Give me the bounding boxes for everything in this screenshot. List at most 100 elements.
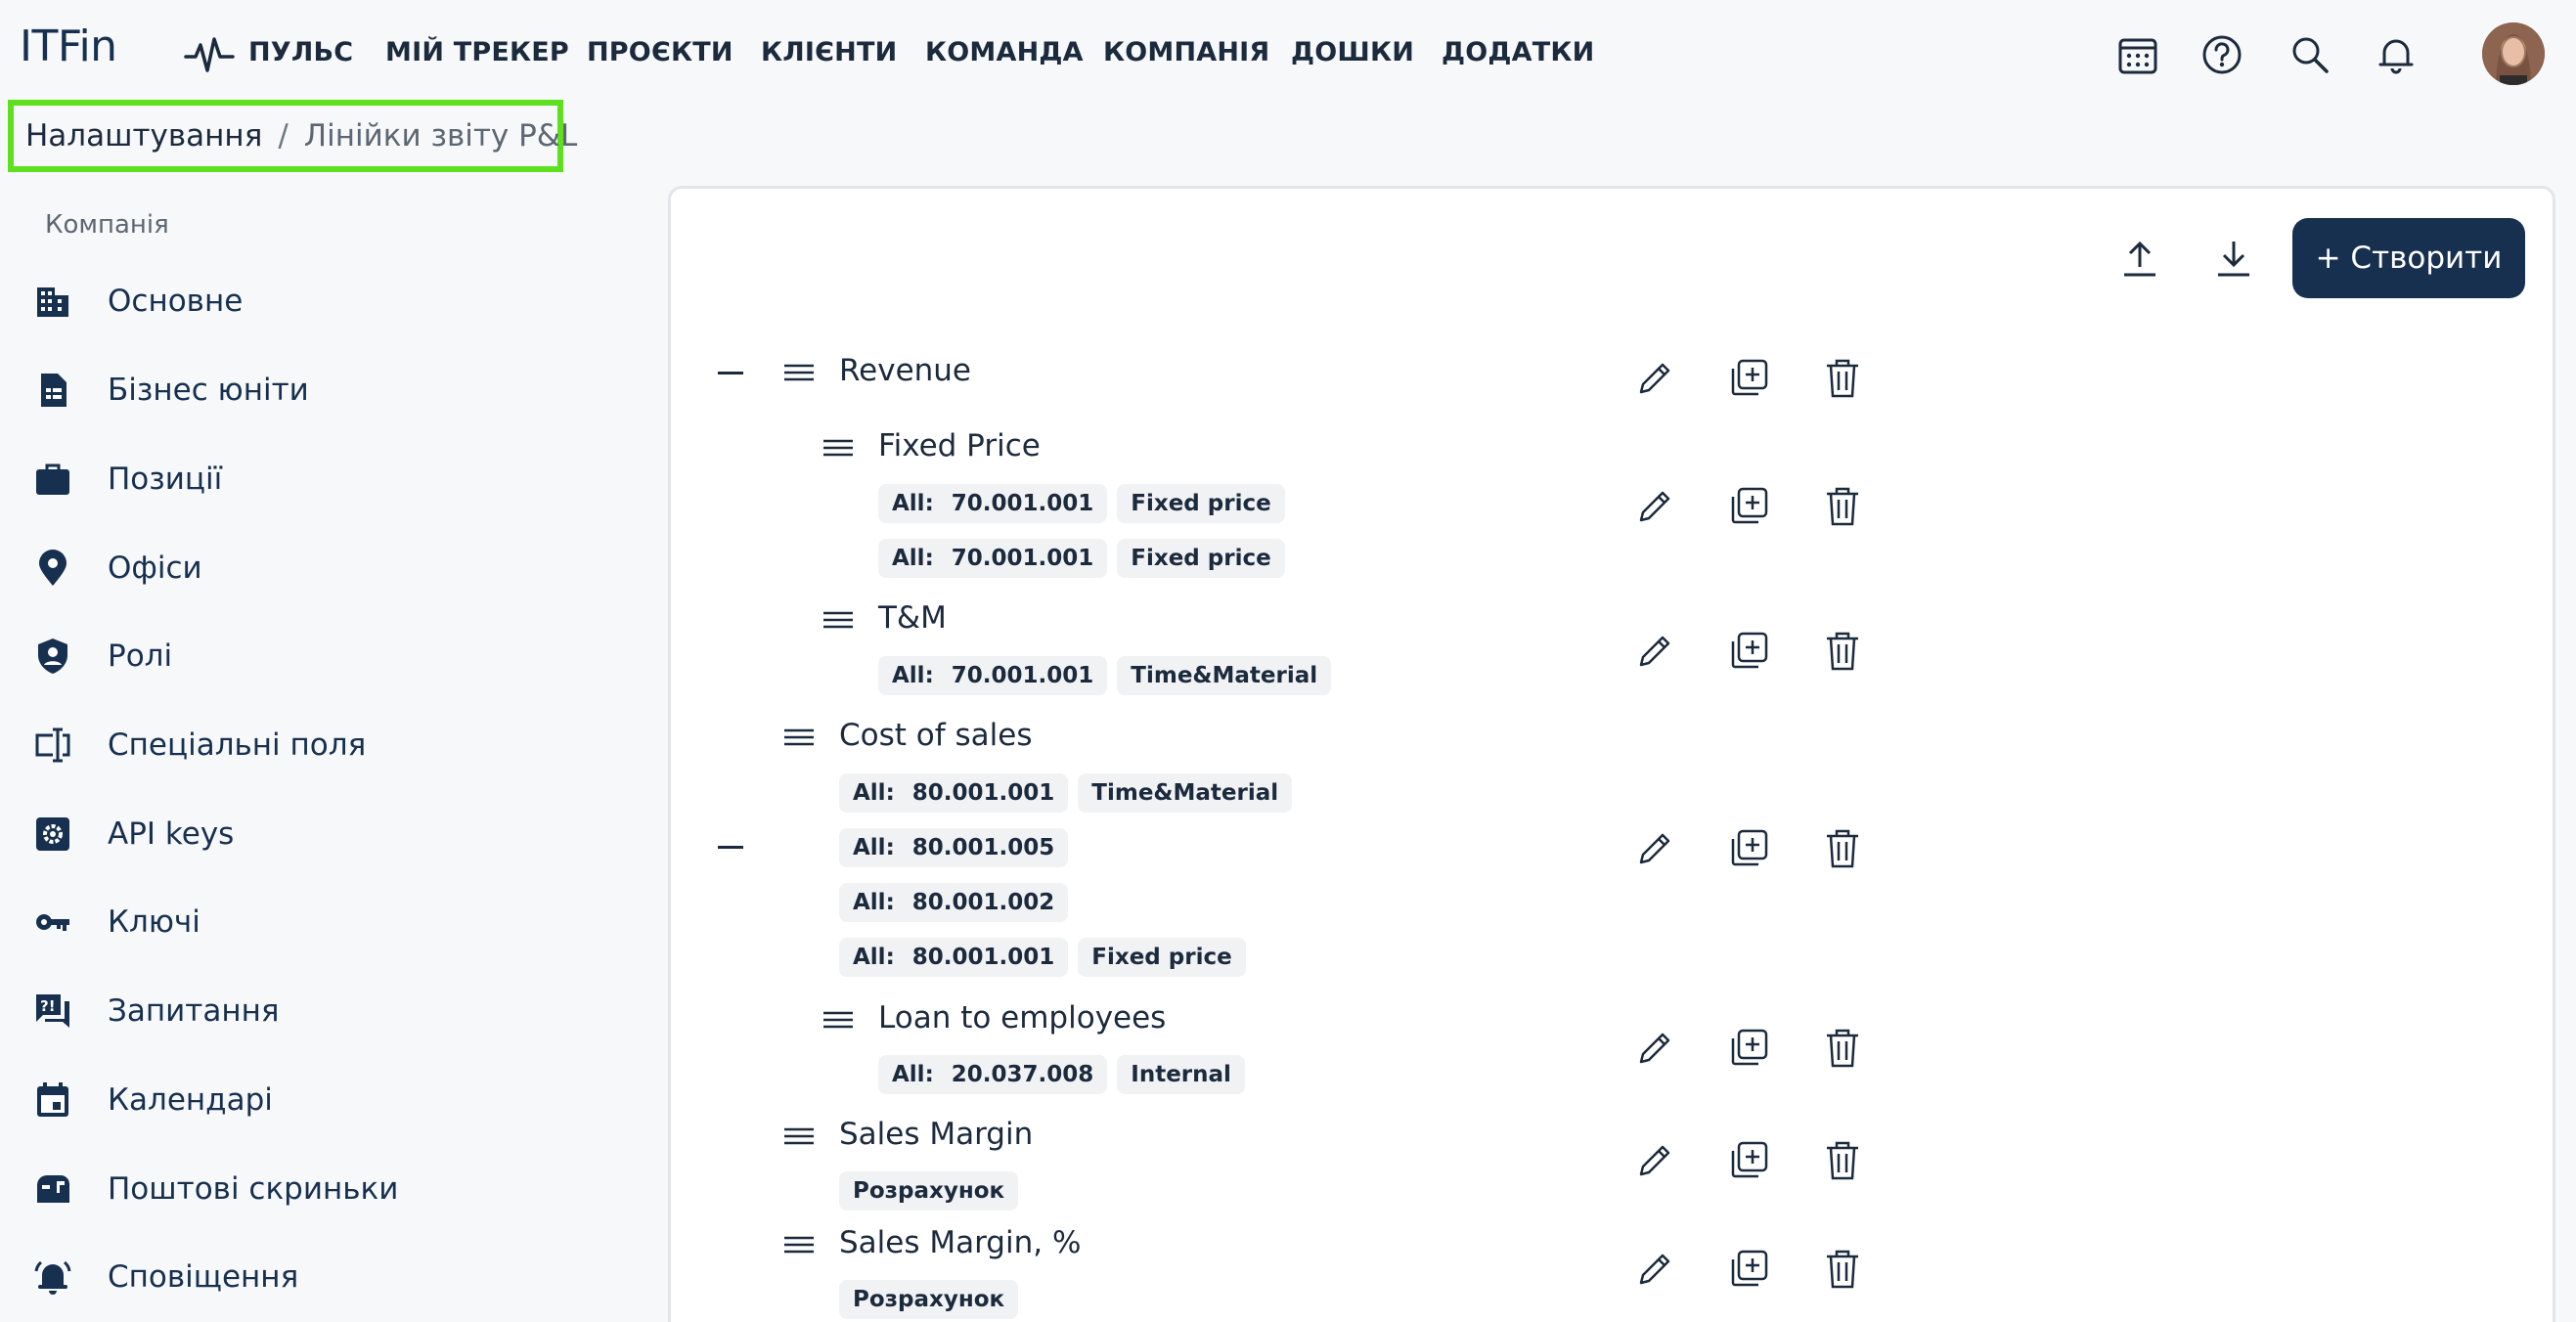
delete-icon[interactable] bbox=[1821, 1139, 1864, 1182]
nav-addons[interactable]: ДОДАТКИ bbox=[1442, 37, 1594, 67]
document-icon bbox=[29, 367, 76, 414]
bell-icon[interactable] bbox=[2375, 33, 2418, 76]
sidebar-item-questions[interactable]: ?! Запитання bbox=[29, 977, 636, 1045]
nav-my-tracker[interactable]: МІЙ ТРЕКЕР bbox=[385, 37, 569, 67]
breadcrumb-separator: / bbox=[278, 118, 289, 154]
add-child-icon[interactable] bbox=[1727, 1248, 1770, 1291]
drag-handle-icon[interactable] bbox=[822, 610, 854, 630]
edit-icon[interactable] bbox=[1633, 827, 1676, 870]
upload-icon[interactable] bbox=[2118, 238, 2161, 281]
user-avatar[interactable] bbox=[2482, 22, 2545, 85]
account-chip: All: 80.001.001 bbox=[839, 773, 1069, 813]
breadcrumb: Налаштування / Лінійки звіту P&L bbox=[8, 100, 577, 172]
edit-icon[interactable] bbox=[1633, 357, 1676, 400]
delete-icon[interactable] bbox=[1821, 1248, 1864, 1291]
sidebar-item-general[interactable]: Основне bbox=[29, 267, 636, 335]
tag-chip: Time&Material bbox=[1078, 773, 1293, 813]
pulse-icon[interactable] bbox=[184, 35, 235, 76]
sidebar-item-roles[interactable]: Ролі bbox=[29, 622, 636, 690]
add-child-icon[interactable] bbox=[1727, 485, 1770, 528]
row-title-fixed-price: Fixed Price bbox=[878, 428, 1041, 463]
edit-icon[interactable] bbox=[1633, 1027, 1676, 1070]
row-title-cost-of-sales: Cost of sales bbox=[839, 718, 1033, 753]
mapping-chip-group: All: 80.001.002 bbox=[839, 883, 1069, 922]
edit-icon[interactable] bbox=[1633, 1139, 1676, 1182]
tag-chip: Internal bbox=[1117, 1055, 1245, 1094]
tag-chip: Fixed price bbox=[1078, 938, 1246, 977]
add-child-icon[interactable] bbox=[1727, 1027, 1770, 1070]
nav-pulse[interactable]: ПУЛЬС bbox=[248, 37, 353, 67]
location-pin-icon bbox=[29, 545, 76, 592]
nav-team[interactable]: КОМАНДА bbox=[925, 37, 1084, 67]
add-child-icon[interactable] bbox=[1727, 630, 1770, 673]
drag-handle-icon[interactable] bbox=[783, 1235, 815, 1255]
sidebar-item-label: API keys bbox=[108, 816, 235, 852]
account-chip: All: 80.001.001 bbox=[839, 938, 1069, 977]
mapping-chip-group: All: 70.001.001 Time&Material bbox=[878, 656, 1332, 695]
sidebar-group-label: Компанія bbox=[45, 210, 169, 240]
sidebar-item-keys[interactable]: Ключі bbox=[29, 888, 636, 956]
sidebar-item-business-units[interactable]: Бізнес юніти bbox=[29, 356, 636, 424]
account-chip: All: 80.001.005 bbox=[839, 828, 1069, 867]
tag-chip: Fixed price bbox=[1117, 539, 1285, 578]
breadcrumb-settings-link[interactable]: Налаштування bbox=[25, 118, 262, 154]
edit-icon[interactable] bbox=[1633, 485, 1676, 528]
drag-handle-icon[interactable] bbox=[822, 438, 854, 458]
edit-icon[interactable] bbox=[1633, 630, 1676, 673]
sidebar-item-calendars[interactable]: Календарі bbox=[29, 1066, 636, 1134]
sidebar-item-label: Ключі bbox=[108, 904, 200, 940]
collapse-toggle[interactable] bbox=[718, 372, 743, 375]
svg-text:?!: ?! bbox=[40, 997, 56, 1015]
calendar-grid-icon[interactable] bbox=[2116, 33, 2159, 76]
row-title-revenue: Revenue bbox=[839, 353, 972, 388]
breadcrumb-current: Лінійки звіту P&L bbox=[303, 118, 578, 154]
drag-handle-icon[interactable] bbox=[783, 727, 815, 747]
download-icon[interactable] bbox=[2212, 238, 2255, 281]
tag-chip: Fixed price bbox=[1117, 484, 1285, 523]
sidebar-item-api-keys[interactable]: API keys bbox=[29, 800, 636, 868]
sidebar-item-notifications[interactable]: Сповіщення bbox=[29, 1243, 636, 1311]
nav-boards[interactable]: ДОШКИ bbox=[1291, 37, 1414, 67]
delete-icon[interactable] bbox=[1821, 1027, 1864, 1070]
drag-handle-icon[interactable] bbox=[783, 363, 815, 382]
nav-clients[interactable]: КЛІЄНТИ bbox=[761, 37, 897, 67]
add-child-icon[interactable] bbox=[1727, 1139, 1770, 1182]
drag-handle-icon[interactable] bbox=[822, 1010, 854, 1030]
delete-icon[interactable] bbox=[1821, 485, 1864, 528]
mapping-chip-group: All: 70.001.001 Fixed price bbox=[878, 484, 1285, 523]
app-logo[interactable]: ITFin bbox=[20, 22, 117, 71]
bell-ring-icon bbox=[29, 1254, 76, 1300]
sidebar-item-label: Бізнес юніти bbox=[108, 373, 309, 408]
row-title-sales-margin-pct: Sales Margin, % bbox=[839, 1225, 1082, 1260]
calculation-chip: Розрахунок bbox=[839, 1171, 1019, 1211]
create-button[interactable]: + Створити bbox=[2292, 218, 2525, 298]
edit-icon[interactable] bbox=[1633, 1248, 1676, 1291]
nav-projects[interactable]: ПРОЄКТИ bbox=[587, 37, 733, 67]
sidebar-item-mailboxes[interactable]: Поштові скриньки bbox=[29, 1155, 636, 1223]
sidebar-item-label: Запитання bbox=[108, 993, 280, 1029]
add-child-icon[interactable] bbox=[1727, 357, 1770, 400]
collapse-toggle[interactable] bbox=[718, 846, 743, 849]
search-icon[interactable] bbox=[2288, 33, 2332, 76]
sidebar-item-offices[interactable]: Офіси bbox=[29, 534, 636, 602]
mapping-chip-group: Розрахунок bbox=[839, 1280, 1019, 1319]
top-navigation: ITFin ПУЛЬС МІЙ ТРЕКЕР ПРОЄКТИ КЛІЄНТИ К… bbox=[0, 0, 2576, 110]
account-chip: All: 70.001.001 bbox=[878, 656, 1108, 695]
delete-icon[interactable] bbox=[1821, 357, 1864, 400]
shield-user-icon bbox=[29, 633, 76, 680]
delete-icon[interactable] bbox=[1821, 630, 1864, 673]
account-chip: All: 70.001.001 bbox=[878, 539, 1108, 578]
tag-chip: Time&Material bbox=[1117, 656, 1332, 695]
nav-company[interactable]: КОМПАНІЯ bbox=[1103, 37, 1269, 67]
delete-icon[interactable] bbox=[1821, 827, 1864, 870]
add-child-icon[interactable] bbox=[1727, 827, 1770, 870]
briefcase-icon bbox=[29, 456, 76, 503]
sidebar-item-custom-fields[interactable]: Спеціальні поля bbox=[29, 711, 636, 779]
gear-icon bbox=[29, 811, 76, 858]
mailbox-icon bbox=[29, 1166, 76, 1212]
drag-handle-icon[interactable] bbox=[783, 1126, 815, 1146]
calculation-chip: Розрахунок bbox=[839, 1280, 1019, 1319]
sidebar-item-positions[interactable]: Позиції bbox=[29, 445, 636, 513]
help-icon[interactable] bbox=[2200, 33, 2243, 76]
row-title-sales-margin: Sales Margin bbox=[839, 1117, 1034, 1152]
